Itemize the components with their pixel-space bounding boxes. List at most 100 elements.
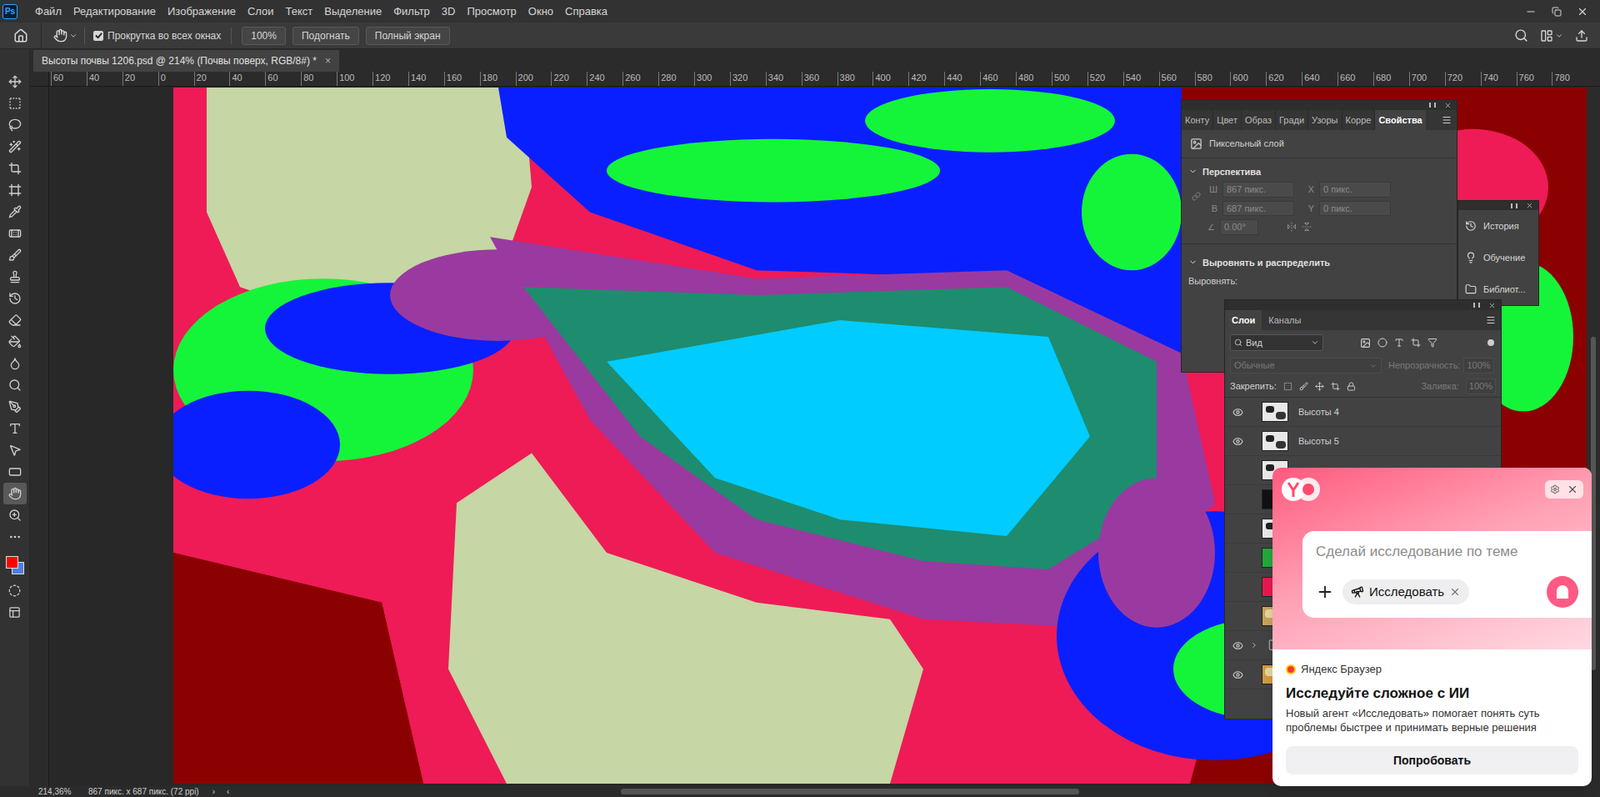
panel-tab[interactable]: Корре <box>1342 110 1376 130</box>
filter-toggle[interactable] <box>1487 339 1495 346</box>
quickselect-tool[interactable] <box>3 135 27 158</box>
zoom-button[interactable]: 100% <box>241 26 286 45</box>
popup-settings-icon[interactable] <box>1550 484 1560 495</box>
lock-pixels-icon[interactable] <box>1283 381 1293 391</box>
more-tool[interactable] <box>3 525 27 548</box>
move-tool[interactable] <box>3 70 27 93</box>
dodge-tool[interactable] <box>3 374 27 396</box>
screen-mode-icon[interactable] <box>8 605 21 619</box>
frame-tool[interactable] <box>3 179 27 201</box>
add-icon[interactable] <box>1315 582 1335 601</box>
menu-item[interactable]: Текст <box>280 3 320 20</box>
panel-tab[interactable]: Образ <box>1241 110 1276 130</box>
blend-mode-select[interactable]: Обычные <box>1230 357 1382 374</box>
panel-tab[interactable]: Свойства <box>1375 110 1425 130</box>
filter-pixel-icon[interactable] <box>1360 337 1371 349</box>
popup-close-icon[interactable] <box>1566 483 1579 495</box>
filter-shape-icon[interactable] <box>1410 337 1421 348</box>
menu-item[interactable]: Окно <box>522 3 560 20</box>
layer-row[interactable]: Высоты 5 <box>1225 426 1501 456</box>
foreground-swatch[interactable] <box>5 555 19 569</box>
side-panel-item[interactable]: Обучение <box>1458 241 1539 274</box>
lock-position-icon[interactable] <box>1315 381 1325 391</box>
hand-tool[interactable] <box>3 482 27 505</box>
panel-close-icon[interactable] <box>1525 201 1534 210</box>
panel-tab[interactable]: Цвет <box>1213 110 1242 130</box>
panel-tab[interactable]: Конту <box>1181 110 1214 130</box>
hand-tool-icon[interactable] <box>53 28 68 43</box>
menu-item[interactable]: Редактирование <box>67 3 162 20</box>
menu-item[interactable]: 3D <box>435 3 462 20</box>
section-toggle-icon[interactable] <box>1188 166 1198 176</box>
status-zoom[interactable]: 214,36% <box>38 787 89 796</box>
panel-close-icon[interactable] <box>1444 101 1452 110</box>
eraser-tool[interactable] <box>3 309 27 331</box>
expand-icon[interactable] <box>1250 640 1259 650</box>
gradient-tool[interactable] <box>3 330 27 353</box>
fill-field[interactable]: 100% <box>1465 378 1496 395</box>
angle-field[interactable]: 0.00° <box>1220 219 1259 235</box>
panel-tab[interactable]: Узоры <box>1308 110 1342 130</box>
tab-close-button[interactable]: × <box>325 53 331 69</box>
layer-filter-select[interactable]: Вид <box>1230 334 1324 351</box>
workspace-icon[interactable] <box>1540 29 1554 43</box>
flip-vertical-icon[interactable] <box>1301 221 1312 232</box>
blur-tool[interactable] <box>3 352 27 375</box>
lock-artboard-icon[interactable] <box>1330 381 1340 391</box>
chip-remove-icon[interactable] <box>1449 585 1461 598</box>
panel-menu-icon[interactable] <box>1441 115 1452 125</box>
status-next[interactable]: › <box>212 787 215 796</box>
menu-item[interactable]: Просмотр <box>460 3 522 20</box>
brush-tool[interactable] <box>3 244 27 266</box>
opacity-field[interactable]: 100% <box>1463 357 1494 374</box>
healing-tool[interactable] <box>3 222 27 245</box>
try-button[interactable]: Попробовать <box>1285 745 1579 775</box>
menu-item[interactable]: Файл <box>29 3 68 20</box>
history-tool[interactable] <box>3 287 27 310</box>
transform-field[interactable]: 867 пикс. <box>1222 181 1295 198</box>
share-icon[interactable] <box>1575 29 1589 43</box>
menu-item[interactable]: Изображение <box>161 3 242 20</box>
transform-field[interactable]: 687 пикс. <box>1222 200 1295 217</box>
panel-close-icon[interactable] <box>1488 301 1496 310</box>
restore-icon[interactable] <box>1551 6 1562 17</box>
close-icon[interactable] <box>1576 5 1589 18</box>
filter-type-icon[interactable] <box>1394 337 1405 348</box>
search-icon[interactable] <box>1514 28 1529 43</box>
visibility-icon[interactable] <box>1232 406 1244 418</box>
lock-all-icon[interactable] <box>1346 381 1356 391</box>
shape-tool[interactable] <box>3 460 27 483</box>
layers-tab[interactable]: Слои <box>1225 310 1262 330</box>
panel-tab[interactable]: Гради <box>1275 110 1309 130</box>
side-panel-item[interactable]: История <box>1458 210 1539 242</box>
home-icon[interactable] <box>13 28 29 44</box>
status-prev[interactable]: ‹ <box>226 787 230 796</box>
collapse-icon[interactable] <box>1510 203 1518 209</box>
visibility-icon[interactable] <box>1232 640 1244 651</box>
type-tool[interactable] <box>3 417 27 440</box>
marquee-tool[interactable] <box>3 92 27 115</box>
layer-row[interactable]: Высоты 4 <box>1225 397 1501 427</box>
panel-menu-icon[interactable] <box>1485 315 1496 325</box>
pen-tool[interactable] <box>3 395 27 418</box>
research-input[interactable]: Сделай исследование по теме <box>1315 540 1579 563</box>
filter-smart-icon[interactable] <box>1427 337 1438 348</box>
collapse-icon[interactable] <box>1429 102 1436 108</box>
visibility-icon[interactable] <box>1232 435 1244 447</box>
menu-item[interactable]: Справка <box>559 3 614 20</box>
horizontal-scrollbar[interactable] <box>620 788 1080 795</box>
flip-horizontal-icon[interactable] <box>1286 221 1297 232</box>
minimize-icon[interactable] <box>1525 5 1537 18</box>
transform-field[interactable]: 0 пикс. <box>1319 181 1391 198</box>
dropdown-icon[interactable] <box>69 31 78 40</box>
section-toggle-icon[interactable] <box>1188 257 1198 267</box>
path-tool[interactable] <box>3 439 27 461</box>
menu-item[interactable]: Слои <box>241 3 280 20</box>
quick-mask-icon[interactable] <box>8 584 21 597</box>
menu-item[interactable]: Фильтр <box>387 3 436 20</box>
transform-field[interactable]: 0 пикс. <box>1319 200 1391 217</box>
option-button[interactable]: Подогнать <box>292 26 360 45</box>
visibility-icon[interactable] <box>1232 669 1244 680</box>
send-button[interactable] <box>1546 575 1579 608</box>
zoom-tool[interactable] <box>3 504 27 526</box>
